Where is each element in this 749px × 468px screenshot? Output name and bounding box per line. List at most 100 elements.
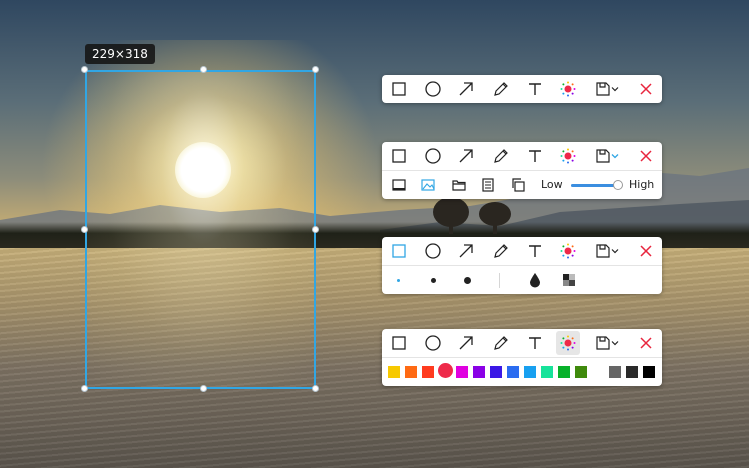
resize-handle-bottom-left[interactable] bbox=[81, 385, 88, 392]
close-button[interactable] bbox=[634, 239, 658, 263]
desktop-icon bbox=[392, 179, 406, 191]
rectangle-tool-button[interactable] bbox=[387, 331, 411, 355]
arrow-icon bbox=[459, 244, 473, 258]
pencil-icon bbox=[494, 149, 508, 163]
close-button[interactable] bbox=[634, 331, 658, 355]
copy-to-clipboard-button[interactable] bbox=[506, 173, 530, 197]
color-swatch[interactable] bbox=[609, 366, 621, 378]
resize-handle-bottom-right[interactable] bbox=[312, 385, 319, 392]
close-button[interactable] bbox=[634, 77, 658, 101]
save-to-pictures-button[interactable] bbox=[416, 173, 440, 197]
capture-selection[interactable] bbox=[85, 70, 316, 389]
toolbar-row-tools bbox=[382, 237, 662, 265]
text-tool-button[interactable] bbox=[523, 331, 547, 355]
color-swatch[interactable] bbox=[594, 366, 606, 378]
text-icon bbox=[529, 83, 541, 95]
pencil-tool-button[interactable] bbox=[489, 144, 513, 168]
quality-low-label: Low bbox=[541, 178, 563, 191]
color-swatch[interactable] bbox=[422, 366, 434, 378]
annotation-toolbar-2: Low High bbox=[382, 142, 662, 199]
quality-slider[interactable] bbox=[571, 180, 623, 190]
text-tool-button[interactable] bbox=[523, 77, 547, 101]
text-icon bbox=[529, 150, 541, 162]
ellipse-tool-button[interactable] bbox=[421, 77, 445, 101]
rectangle-tool-button[interactable] bbox=[387, 144, 411, 168]
ellipse-icon bbox=[425, 243, 441, 259]
pencil-icon bbox=[494, 336, 508, 350]
arrow-tool-button[interactable] bbox=[454, 77, 478, 101]
color-swatch[interactable] bbox=[524, 366, 536, 378]
rectangle-icon bbox=[392, 336, 406, 350]
save-dropdown-button[interactable] bbox=[591, 77, 623, 101]
color-swatch[interactable] bbox=[558, 366, 570, 378]
color-swatch[interactable] bbox=[405, 366, 417, 378]
color-swatch[interactable] bbox=[388, 366, 400, 378]
ellipse-tool-button[interactable] bbox=[421, 331, 445, 355]
arrow-tool-button[interactable] bbox=[454, 239, 478, 263]
rectangle-tool-button[interactable] bbox=[387, 239, 411, 263]
save-to-desktop-button[interactable] bbox=[387, 173, 411, 197]
toolbar-row-color-palette bbox=[382, 357, 662, 386]
rectangle-icon bbox=[392, 82, 406, 96]
resize-handle-top[interactable] bbox=[200, 66, 207, 73]
mosaic-tool-button[interactable] bbox=[557, 268, 581, 292]
resize-handle-right[interactable] bbox=[312, 226, 319, 233]
blur-tool-button[interactable] bbox=[523, 268, 547, 292]
save-dropdown-button[interactable] bbox=[591, 331, 623, 355]
color-swatch[interactable] bbox=[626, 366, 638, 378]
annotation-toolbar-3 bbox=[382, 237, 662, 294]
color-swatch[interactable] bbox=[456, 366, 468, 378]
annotation-toolbar-1 bbox=[382, 75, 662, 103]
brush-size-small-button[interactable] bbox=[386, 268, 410, 292]
ellipse-icon bbox=[425, 335, 441, 351]
color-swatch[interactable] bbox=[507, 366, 519, 378]
divider bbox=[499, 273, 500, 288]
ellipse-tool-button[interactable] bbox=[421, 144, 445, 168]
color-swatch[interactable] bbox=[490, 366, 502, 378]
brush-size-large-button[interactable] bbox=[455, 268, 479, 292]
close-button[interactable] bbox=[634, 144, 658, 168]
arrow-icon bbox=[459, 336, 473, 350]
brush-size-small-icon bbox=[396, 278, 400, 282]
annotation-toolbar-4 bbox=[382, 329, 662, 386]
folder-icon bbox=[452, 180, 466, 191]
pencil-tool-button[interactable] bbox=[489, 77, 513, 101]
color-tool-button[interactable] bbox=[556, 331, 580, 355]
arrow-tool-button[interactable] bbox=[454, 144, 478, 168]
color-tool-button[interactable] bbox=[556, 239, 580, 263]
color-tool-button[interactable] bbox=[556, 77, 580, 101]
text-tool-button[interactable] bbox=[523, 239, 547, 263]
save-dropdown-button[interactable] bbox=[591, 144, 623, 168]
resize-handle-bottom[interactable] bbox=[200, 385, 207, 392]
ellipse-icon bbox=[425, 148, 441, 164]
color-swatch[interactable] bbox=[643, 366, 655, 378]
resize-handle-top-right[interactable] bbox=[312, 66, 319, 73]
resize-handle-top-left[interactable] bbox=[81, 66, 88, 73]
toolbar-row-brush-options bbox=[382, 265, 662, 294]
resize-handle-left[interactable] bbox=[81, 226, 88, 233]
save-as-document-button[interactable] bbox=[476, 173, 500, 197]
text-tool-button[interactable] bbox=[523, 144, 547, 168]
color-swatch[interactable] bbox=[438, 363, 453, 378]
color-swatch[interactable] bbox=[473, 366, 485, 378]
rectangle-tool-button[interactable] bbox=[387, 77, 411, 101]
selection-size-label: 229×318 bbox=[85, 44, 155, 64]
text-icon bbox=[529, 337, 541, 349]
trees bbox=[433, 197, 511, 234]
brush-size-medium-button[interactable] bbox=[421, 268, 445, 292]
chevron-down-icon bbox=[611, 249, 619, 254]
pencil-tool-button[interactable] bbox=[489, 331, 513, 355]
color-swatch[interactable] bbox=[541, 366, 553, 378]
arrow-tool-button[interactable] bbox=[454, 331, 478, 355]
pencil-tool-button[interactable] bbox=[489, 239, 513, 263]
color-palette-icon bbox=[560, 148, 576, 164]
toolbar-row-tools bbox=[382, 329, 662, 357]
color-tool-button[interactable] bbox=[556, 144, 580, 168]
save-to-folder-button[interactable] bbox=[447, 173, 471, 197]
quality-slider-knob[interactable] bbox=[612, 180, 623, 190]
arrow-icon bbox=[459, 82, 473, 96]
ellipse-tool-button[interactable] bbox=[421, 239, 445, 263]
color-swatch[interactable] bbox=[575, 366, 587, 378]
quality-slider-fill bbox=[571, 184, 618, 187]
save-dropdown-button[interactable] bbox=[591, 239, 623, 263]
